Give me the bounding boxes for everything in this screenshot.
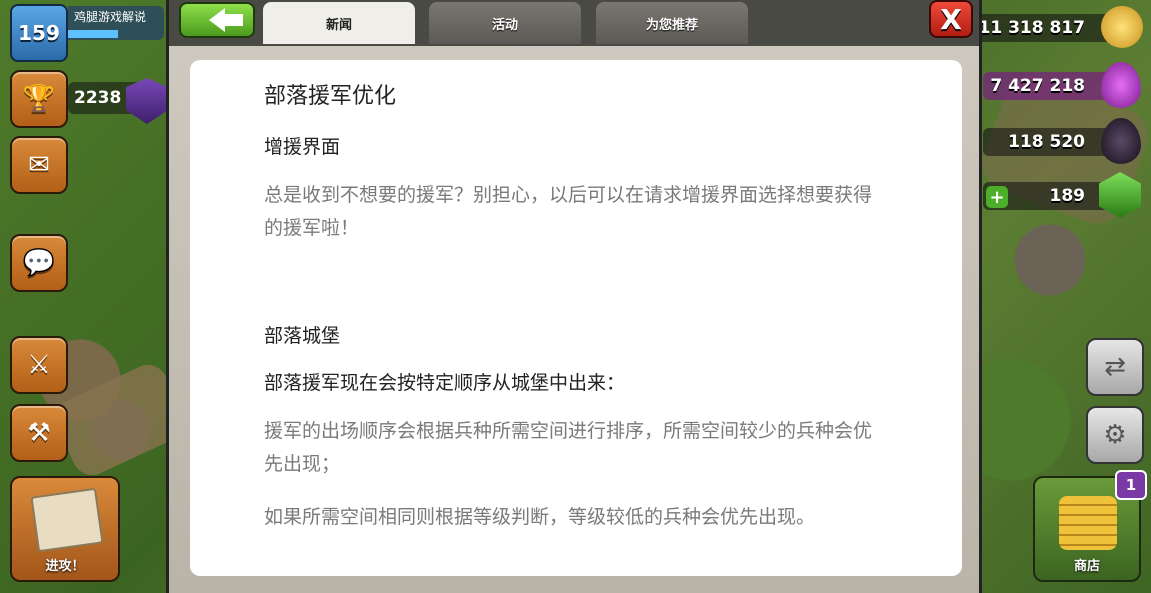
news-article: 部落援军优化 增援界面 总是收到不想要的援军？别担心，以后可以在请求增援界面选择… bbox=[264, 78, 884, 554]
section-heading: 部落城堡 bbox=[264, 325, 341, 347]
crossed-swords-icon: ⚔ bbox=[27, 350, 51, 380]
dark-elixir-icon bbox=[1101, 118, 1141, 164]
map-icon bbox=[30, 487, 104, 553]
attack-button[interactable]: 进攻！ bbox=[10, 476, 120, 582]
move-arrows-icon: ⇄ bbox=[1104, 352, 1126, 382]
mail-icon: ✉ bbox=[28, 150, 50, 180]
article-title: 部落援军优化 bbox=[264, 84, 397, 109]
close-button[interactable]: X bbox=[929, 0, 973, 38]
add-gems-button[interactable]: + bbox=[986, 186, 1008, 208]
trophy-icon: 🏆 bbox=[22, 84, 56, 114]
tab-news[interactable]: 新闻 bbox=[263, 2, 415, 44]
builder-button[interactable]: ⚒ bbox=[10, 404, 68, 462]
tab-events-label: 活动 bbox=[491, 17, 518, 33]
player-level-badge[interactable]: 159 bbox=[10, 4, 68, 62]
tab-news-label: 新闻 bbox=[325, 17, 352, 33]
attack-label: 进攻！ bbox=[45, 559, 85, 574]
gold-icon bbox=[1101, 6, 1143, 48]
chat-icon: 💬 bbox=[22, 248, 56, 278]
gear-icon: ⚙ bbox=[1103, 420, 1127, 450]
back-button[interactable] bbox=[179, 2, 255, 38]
settings-button[interactable]: ⚙ bbox=[1086, 406, 1144, 464]
news-content-card[interactable]: 部落援军优化 增援界面 总是收到不想要的援军？别担心，以后可以在请求增援界面选择… bbox=[190, 60, 962, 576]
builder-icon: ⚒ bbox=[27, 418, 51, 448]
close-icon: X bbox=[940, 2, 962, 36]
clan-war-button[interactable]: ⚔ bbox=[10, 336, 68, 394]
shop-label: 商店 bbox=[1073, 559, 1100, 574]
tab-recommended-label: 为您推荐 bbox=[645, 17, 698, 33]
news-modal: 新闻 活动 为您推荐 X 部落援军优化 增援界面 总是收到不想要的援军？别担心，… bbox=[166, 0, 982, 593]
tab-events[interactable]: 活动 bbox=[429, 2, 581, 44]
section-body: 援军的出场顺序会根据兵种所需空间进行排序，所需空间较少的兵种会优先出现； bbox=[264, 420, 873, 475]
section-subheading: 部落援军现在会按特定顺序从城堡中出来： bbox=[264, 372, 626, 394]
shop-notification-badge: 1 bbox=[1115, 470, 1147, 500]
section-body: 如果所需空间相同则根据等级判断，等级较低的兵种会优先出现。 bbox=[264, 506, 816, 528]
coins-hammer-icon bbox=[1059, 496, 1117, 550]
layout-edit-button[interactable]: ⇄ bbox=[1086, 338, 1144, 396]
xp-progress-bar bbox=[68, 30, 118, 38]
chat-button[interactable]: 💬 bbox=[10, 234, 68, 292]
section-heading: 增援界面 bbox=[264, 136, 341, 158]
back-arrow-icon bbox=[209, 8, 243, 32]
section-body: 总是收到不想要的援军？别担心，以后可以在请求增援界面选择想要获得的援军啦！ bbox=[264, 184, 873, 239]
tab-recommended[interactable]: 为您推荐 bbox=[596, 2, 748, 44]
trophy-button[interactable]: 🏆 bbox=[10, 70, 68, 128]
elixir-icon bbox=[1101, 62, 1141, 108]
mail-button[interactable]: ✉ bbox=[10, 136, 68, 194]
